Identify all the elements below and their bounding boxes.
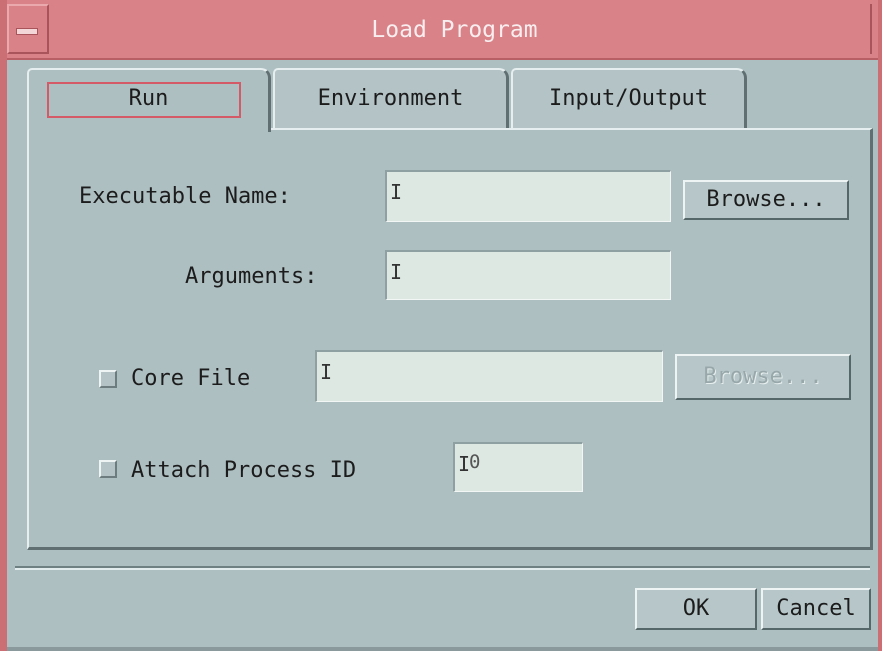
load-program-dialog: Load Program Run Environment Input/Outpu… xyxy=(0,0,882,651)
text-cursor-icon: I xyxy=(320,360,333,384)
process-id-input[interactable]: I 0 xyxy=(453,442,583,492)
tab-run[interactable]: Run xyxy=(27,68,271,132)
attach-process-checkbox[interactable] xyxy=(99,460,117,478)
tab-environment-label: Environment xyxy=(317,86,464,111)
tab-input-output[interactable]: Input/Output xyxy=(511,68,747,128)
arguments-label: Arguments: xyxy=(185,264,318,289)
core-file-browse-button[interactable]: Browse... xyxy=(675,354,851,400)
text-cursor-icon: I xyxy=(390,180,403,204)
title-bar-edge xyxy=(870,4,872,54)
executable-name-label: Executable Name: xyxy=(79,184,291,209)
window-menu-button[interactable] xyxy=(7,4,49,54)
tab-environment[interactable]: Environment xyxy=(273,68,509,128)
window-bottom-edge xyxy=(7,647,878,651)
tab-input-output-label: Input/Output xyxy=(549,86,708,111)
executable-name-input[interactable]: I xyxy=(385,170,671,222)
ok-button[interactable]: OK xyxy=(635,588,757,630)
process-id-value: 0 xyxy=(469,451,481,473)
cancel-button[interactable]: Cancel xyxy=(761,588,871,630)
tab-run-label: Run xyxy=(128,86,169,111)
core-file-checkbox[interactable] xyxy=(99,370,117,388)
core-file-input[interactable]: I xyxy=(315,350,663,402)
attach-process-label: Attach Process ID xyxy=(131,458,357,483)
window-title: Load Program xyxy=(371,17,538,43)
text-cursor-icon: I xyxy=(390,260,403,284)
core-file-label: Core File xyxy=(131,366,251,391)
title-bar[interactable]: Load Program xyxy=(7,0,878,60)
executable-browse-button[interactable]: Browse... xyxy=(683,180,849,220)
arguments-input[interactable]: I xyxy=(385,250,671,300)
window-menu-icon xyxy=(16,28,38,35)
footer-separator-highlight xyxy=(15,568,870,570)
